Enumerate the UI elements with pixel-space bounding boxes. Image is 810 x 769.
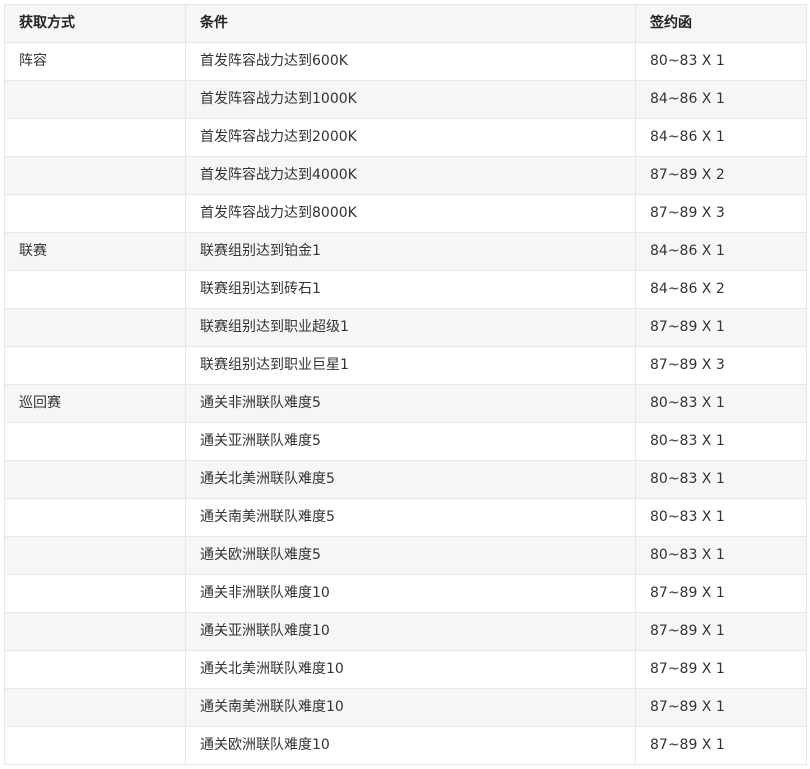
table-body: 阵容 首发阵容战力达到600K 80~83 X 1 首发阵容战力达到1000K 84~8… (4, 42, 807, 765)
cell-contract: 87~89 X 1 (635, 308, 807, 347)
cell-method (4, 574, 186, 613)
table-row: 通关亚洲联队难度10 87~89 X 1 (4, 612, 807, 651)
cell-method (4, 688, 186, 727)
cell-contract: 84~86 X 2 (635, 270, 807, 309)
table-row: 通关欧洲联队难度5 80~83 X 1 (4, 536, 807, 575)
cell-method (4, 118, 186, 157)
table-row: 联赛组别达到职业超级1 87~89 X 1 (4, 308, 807, 347)
cell-contract: 80~83 X 1 (635, 422, 807, 461)
cell-method (4, 422, 186, 461)
table-row: 首发阵容战力达到2000K 84~86 X 1 (4, 118, 807, 157)
cell-method (4, 612, 186, 651)
cell-contract: 87~89 X 3 (635, 346, 807, 385)
table-row: 通关非洲联队难度10 87~89 X 1 (4, 574, 807, 613)
cell-condition: 首发阵容战力达到4000K (185, 156, 636, 195)
table-row: 首发阵容战力达到4000K 87~89 X 2 (4, 156, 807, 195)
table-row: 联赛 联赛组别达到铂金1 84~86 X 1 (4, 232, 807, 271)
cell-contract: 80~83 X 1 (635, 536, 807, 575)
cell-condition: 通关非洲联队难度5 (185, 384, 636, 423)
cell-contract: 87~89 X 2 (635, 156, 807, 195)
reward-table-container: 获取方式 条件 签约函 阵容 首发阵容战力达到600K 80~83 X 1 首发阵容战… (4, 4, 807, 765)
table-row: 通关北美洲联队难度10 87~89 X 1 (4, 650, 807, 689)
cell-method: 巡回赛 (4, 384, 186, 423)
cell-condition: 通关亚洲联队难度5 (185, 422, 636, 461)
cell-method (4, 270, 186, 309)
cell-contract: 84~86 X 1 (635, 232, 807, 271)
cell-method: 联赛 (4, 232, 186, 271)
cell-condition: 通关欧洲联队难度10 (185, 726, 636, 765)
cell-method (4, 156, 186, 195)
table-row: 巡回赛 通关非洲联队难度5 80~83 X 1 (4, 384, 807, 423)
cell-contract: 80~83 X 1 (635, 498, 807, 537)
header-row: 获取方式 条件 签约函 (4, 4, 807, 43)
header-contract: 签约函 (635, 4, 807, 43)
cell-method (4, 498, 186, 537)
cell-condition: 通关南美洲联队难度5 (185, 498, 636, 537)
table-row: 联赛组别达到砖石1 84~86 X 2 (4, 270, 807, 309)
cell-contract: 87~89 X 3 (635, 194, 807, 233)
cell-condition: 联赛组别达到砖石1 (185, 270, 636, 309)
cell-condition: 通关非洲联队难度10 (185, 574, 636, 613)
table-row: 通关南美洲联队难度5 80~83 X 1 (4, 498, 807, 537)
cell-condition: 通关北美洲联队难度10 (185, 650, 636, 689)
cell-condition: 联赛组别达到职业巨星1 (185, 346, 636, 385)
cell-contract: 87~89 X 1 (635, 574, 807, 613)
cell-condition: 通关南美洲联队难度10 (185, 688, 636, 727)
cell-method (4, 194, 186, 233)
cell-contract: 87~89 X 1 (635, 688, 807, 727)
cell-method (4, 80, 186, 119)
cell-condition: 首发阵容战力达到8000K (185, 194, 636, 233)
cell-method (4, 308, 186, 347)
table-row: 联赛组别达到职业巨星1 87~89 X 3 (4, 346, 807, 385)
table-row: 通关南美洲联队难度10 87~89 X 1 (4, 688, 807, 727)
cell-contract: 87~89 X 1 (635, 650, 807, 689)
reward-table: 获取方式 条件 签约函 阵容 首发阵容战力达到600K 80~83 X 1 首发阵容战… (4, 4, 807, 765)
cell-contract: 87~89 X 1 (635, 612, 807, 651)
cell-condition: 通关欧洲联队难度5 (185, 536, 636, 575)
header-condition: 条件 (185, 4, 636, 43)
table-row: 首发阵容战力达到8000K 87~89 X 3 (4, 194, 807, 233)
table-row: 通关亚洲联队难度5 80~83 X 1 (4, 422, 807, 461)
cell-method (4, 536, 186, 575)
cell-condition: 首发阵容战力达到2000K (185, 118, 636, 157)
cell-condition: 首发阵容战力达到1000K (185, 80, 636, 119)
cell-contract: 84~86 X 1 (635, 80, 807, 119)
cell-condition: 首发阵容战力达到600K (185, 42, 636, 81)
cell-condition: 联赛组别达到铂金1 (185, 232, 636, 271)
table-row: 首发阵容战力达到1000K 84~86 X 1 (4, 80, 807, 119)
cell-contract: 87~89 X 1 (635, 726, 807, 765)
cell-condition: 通关北美洲联队难度5 (185, 460, 636, 499)
cell-contract: 80~83 X 1 (635, 384, 807, 423)
cell-contract: 84~86 X 1 (635, 118, 807, 157)
table-row: 通关欧洲联队难度10 87~89 X 1 (4, 726, 807, 765)
cell-condition: 通关亚洲联队难度10 (185, 612, 636, 651)
cell-contract: 80~83 X 1 (635, 460, 807, 499)
table-header: 获取方式 条件 签约函 (4, 4, 807, 43)
cell-method (4, 650, 186, 689)
table-row: 阵容 首发阵容战力达到600K 80~83 X 1 (4, 42, 807, 81)
cell-contract: 80~83 X 1 (635, 42, 807, 81)
table-row: 通关北美洲联队难度5 80~83 X 1 (4, 460, 807, 499)
cell-method (4, 346, 186, 385)
header-method: 获取方式 (4, 4, 186, 43)
cell-method (4, 726, 186, 765)
cell-method (4, 460, 186, 499)
cell-condition: 联赛组别达到职业超级1 (185, 308, 636, 347)
cell-method: 阵容 (4, 42, 186, 81)
